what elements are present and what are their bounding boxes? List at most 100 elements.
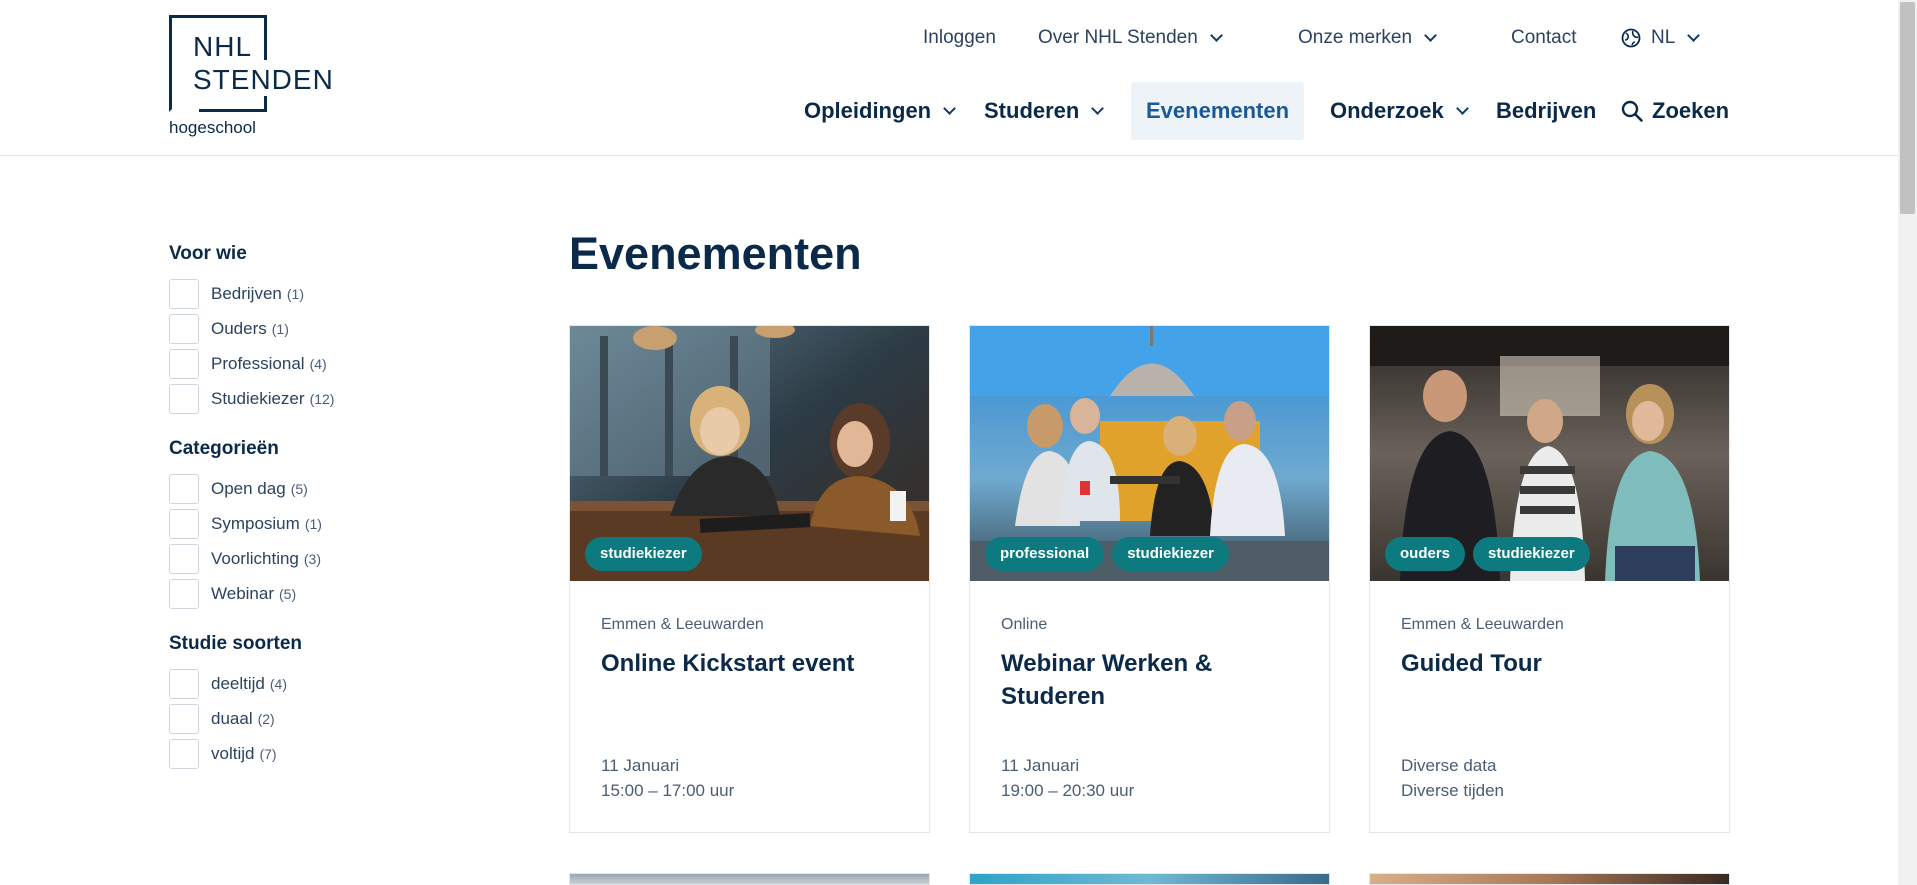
event-time: 15:00 – 17:00 uur xyxy=(601,781,735,800)
filter-count: (1) xyxy=(286,286,304,302)
filter-option[interactable]: Symposium (1) xyxy=(169,509,322,539)
event-card[interactable]: professional studiekiezer Online Webinar… xyxy=(969,325,1330,833)
page-title: Evenementen xyxy=(569,228,862,279)
tag-professional[interactable]: professional xyxy=(985,537,1105,571)
logo-text-stenden: STENDEN xyxy=(193,64,338,96)
filter-checkbox[interactable] xyxy=(169,509,199,539)
filter-checkbox[interactable] xyxy=(169,739,199,769)
event-title[interactable]: Guided Tour xyxy=(1401,647,1711,680)
tag-list: ouders studiekiezer xyxy=(1385,537,1590,571)
filter-label: Voorlichting xyxy=(211,549,299,568)
nav-opleidingen[interactable]: Opleidingen xyxy=(804,82,956,140)
filter-label: duaal xyxy=(211,709,253,728)
chevron-down-icon xyxy=(1455,102,1469,115)
filter-label: deeltijd xyxy=(211,674,265,693)
chevron-down-icon xyxy=(1091,102,1105,115)
event-time: 19:00 – 20:30 uur xyxy=(1001,781,1135,800)
tag-studiekiezer[interactable]: studiekiezer xyxy=(1473,537,1590,571)
nav-label: Opleidingen xyxy=(804,98,932,123)
filter-checkbox[interactable] xyxy=(169,474,199,504)
about-menu[interactable]: Over NHL Stenden xyxy=(1038,24,1223,52)
filter-option[interactable]: Bedrijven (1) xyxy=(169,279,304,309)
filter-option[interactable]: Professional (4) xyxy=(169,349,327,379)
filter-label: Open dag xyxy=(211,479,286,498)
scrollbar-thumb[interactable] xyxy=(1900,2,1915,214)
site-header: NHL STENDEN hogeschool Inloggen Over NHL… xyxy=(0,0,1898,156)
filter-checkbox[interactable] xyxy=(169,669,199,699)
facet-title-studie-soorten: Studie soorten xyxy=(169,633,303,654)
filter-count: (3) xyxy=(303,551,322,567)
event-date: 11 Januari xyxy=(601,756,680,775)
filter-label: Webinar xyxy=(211,584,274,603)
nav-label: Onderzoek xyxy=(1330,98,1444,123)
tag-studiekiezer[interactable]: studiekiezer xyxy=(1112,537,1229,571)
filter-checkbox[interactable] xyxy=(169,349,199,379)
tag-list: professional studiekiezer xyxy=(985,537,1229,571)
login-link[interactable]: Inloggen xyxy=(923,24,996,52)
tag-studiekiezer[interactable]: studiekiezer xyxy=(585,537,702,571)
filter-checkbox[interactable] xyxy=(169,279,199,309)
filter-checkbox[interactable] xyxy=(169,384,199,414)
filter-count: (7) xyxy=(259,746,277,762)
search-label: Zoeken xyxy=(1652,98,1730,123)
contact-link[interactable]: Contact xyxy=(1511,24,1576,52)
chevron-down-icon xyxy=(943,102,956,115)
event-title[interactable]: Online Kickstart event xyxy=(601,647,911,680)
filter-option[interactable]: voltijd (7) xyxy=(169,739,277,769)
brands-menu[interactable]: Onze merken xyxy=(1298,24,1437,52)
filter-count: (2) xyxy=(257,711,275,727)
filter-label: Symposium xyxy=(211,514,300,533)
nav-studeren[interactable]: Studeren xyxy=(984,82,1105,140)
filter-label: Studiekiezer xyxy=(211,389,305,408)
filter-option[interactable]: Voorlichting (3) xyxy=(169,544,321,574)
event-location: Online xyxy=(1001,616,1048,633)
language-selector[interactable]: NL xyxy=(1621,24,1701,52)
event-card[interactable]: ouders studiekiezer Emmen & Leeuwarden G… xyxy=(1369,325,1730,833)
filter-option[interactable]: Open dag (5) xyxy=(169,474,308,504)
nhl-stenden-logo[interactable]: NHL STENDEN hogeschool xyxy=(169,15,339,143)
filter-checkbox[interactable] xyxy=(169,579,199,609)
filter-count: (12) xyxy=(309,391,335,407)
search-button[interactable]: Zoeken xyxy=(1620,82,1729,140)
chevron-down-icon xyxy=(1687,29,1701,42)
filter-checkbox[interactable] xyxy=(169,704,199,734)
event-card-peek[interactable] xyxy=(1369,873,1730,885)
filter-checkbox[interactable] xyxy=(169,314,199,344)
filter-label: Bedrijven xyxy=(211,284,282,303)
event-card-peek[interactable] xyxy=(969,873,1330,885)
nav-label: Evenementen xyxy=(1146,98,1290,123)
filter-count: (5) xyxy=(279,586,297,602)
chevron-down-icon xyxy=(1424,29,1437,42)
filter-option[interactable]: Studiekiezer (12) xyxy=(169,384,334,414)
nav-label: Studeren xyxy=(984,98,1080,123)
filter-option[interactable]: deeltijd (4) xyxy=(169,669,287,699)
tag-list: studiekiezer xyxy=(585,537,702,571)
event-location: Emmen & Leeuwarden xyxy=(601,616,764,633)
about-label: Over NHL Stenden xyxy=(1038,27,1198,48)
filter-checkbox[interactable] xyxy=(169,544,199,574)
filter-option[interactable]: Webinar (5) xyxy=(169,579,296,609)
event-image: ouders studiekiezer xyxy=(1370,326,1729,581)
logo-frame-right-top xyxy=(264,15,267,60)
logo-text-hogeschool: hogeschool xyxy=(169,118,256,137)
contact-label: Contact xyxy=(1511,27,1577,48)
event-title[interactable]: Webinar Werken & Studeren xyxy=(1001,647,1311,713)
nav-label: Bedrijven xyxy=(1496,98,1597,123)
filter-option[interactable]: duaal (2) xyxy=(169,704,275,734)
filter-count: (1) xyxy=(271,321,289,337)
nav-evenementen[interactable]: Evenementen xyxy=(1131,82,1304,140)
page-scrollbar[interactable] xyxy=(1898,0,1917,885)
tag-ouders[interactable]: ouders xyxy=(1385,537,1466,571)
event-card[interactable]: studiekiezer Emmen & Leeuwarden Online K… xyxy=(569,325,930,833)
event-card-peek[interactable] xyxy=(569,873,930,885)
event-date: Diverse data xyxy=(1401,756,1497,775)
filter-label: Ouders xyxy=(211,319,267,338)
filter-label: Professional xyxy=(211,354,305,373)
event-location: Emmen & Leeuwarden xyxy=(1401,616,1564,633)
language-label: NL xyxy=(1651,27,1676,48)
nav-onderzoek[interactable]: Onderzoek xyxy=(1330,82,1469,140)
nav-bedrijven[interactable]: Bedrijven xyxy=(1496,82,1596,140)
filter-option[interactable]: Ouders (1) xyxy=(169,314,289,344)
brands-label: Onze merken xyxy=(1298,27,1413,48)
event-time: Diverse tijden xyxy=(1401,781,1504,800)
